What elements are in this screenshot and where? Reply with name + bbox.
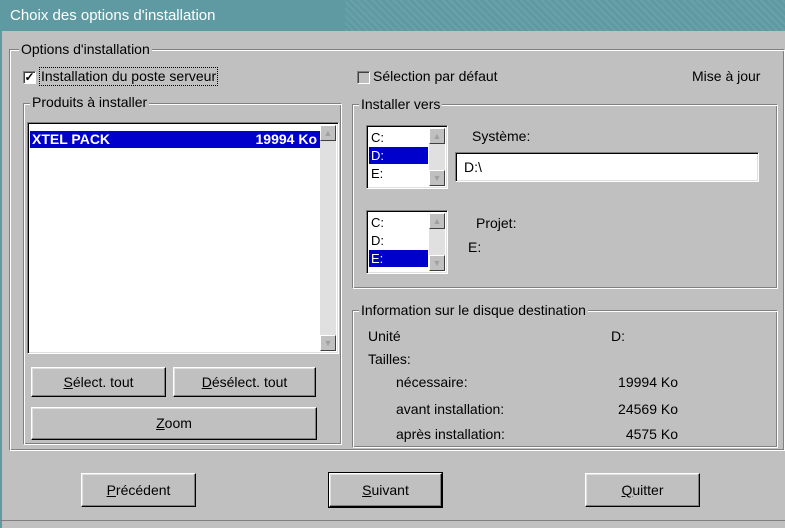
products-scrollbar[interactable]: ▲ ▼: [320, 125, 336, 351]
products-group-legend: Produits à installer: [30, 94, 150, 110]
after-install-value: 4575 Ko: [625, 426, 678, 442]
scroll-down-icon[interactable]: ▼: [429, 255, 445, 271]
drive-item[interactable]: E:: [369, 165, 428, 182]
scroll-up-icon[interactable]: ▲: [429, 213, 445, 229]
window-left-border: [0, 31, 2, 528]
server-install-checkbox[interactable]: ✓: [23, 71, 36, 84]
title-bar: Choix des options d'installation: [0, 0, 785, 31]
system-drive-list[interactable]: C: D: E: ▲ ▼: [366, 125, 448, 189]
scroll-down-icon[interactable]: ▼: [429, 170, 445, 186]
system-drive-scrollbar[interactable]: ▲ ▼: [429, 128, 445, 186]
before-install-label: avant installation:: [396, 401, 505, 417]
product-row[interactable]: XTEL PACK 19994 Ko: [30, 131, 320, 148]
next-button[interactable]: Suivant: [328, 472, 443, 508]
install-to-legend: Installer vers: [359, 96, 443, 112]
after-install-label: après installation:: [396, 426, 505, 442]
previous-button[interactable]: Précédent: [81, 473, 196, 507]
drive-item[interactable]: C:: [369, 214, 428, 231]
required-label: nécessaire:: [396, 374, 468, 390]
server-install-label[interactable]: Installation du poste serveur: [38, 67, 219, 86]
project-drive-list[interactable]: C: D: E: ▲ ▼: [366, 210, 448, 274]
project-drive-scrollbar[interactable]: ▲ ▼: [429, 213, 445, 271]
select-all-button[interactable]: Sélect. tout: [31, 367, 166, 397]
project-label: Projet:: [476, 215, 517, 231]
unit-label: Unité: [368, 328, 401, 344]
project-value: E:: [468, 239, 482, 255]
product-name: XTEL PACK: [32, 131, 111, 147]
before-install-value: 24569 Ko: [618, 401, 678, 417]
drive-item-selected[interactable]: D:: [369, 147, 428, 164]
options-group-legend: Options d'installation: [19, 41, 152, 57]
unit-value: D:: [611, 328, 625, 344]
product-size: 19994 Ko: [255, 131, 317, 147]
window-title: Choix des options d'installation: [10, 7, 216, 24]
scroll-up-icon[interactable]: ▲: [429, 128, 445, 144]
default-selection-checkbox[interactable]: [357, 71, 370, 84]
drive-item-selected[interactable]: E:: [369, 250, 428, 267]
required-value: 19994 Ko: [618, 374, 678, 390]
window-bottom-border: [0, 520, 785, 521]
disk-info-legend: Information sur le disque destination: [359, 302, 588, 318]
scroll-up-icon[interactable]: ▲: [320, 125, 336, 141]
update-label: Mise à jour: [692, 68, 761, 84]
system-path-field[interactable]: D:\: [455, 152, 759, 182]
default-selection-label[interactable]: Sélection par défaut: [373, 68, 498, 85]
drive-item[interactable]: D:: [369, 232, 428, 249]
sizes-label: Tailles:: [368, 351, 411, 367]
deselect-all-button[interactable]: Désélect. tout: [173, 367, 316, 397]
products-list[interactable]: XTEL PACK 19994 Ko ▲ ▼: [27, 122, 339, 354]
zoom-button[interactable]: Zoom: [31, 407, 317, 440]
drive-item[interactable]: C:: [369, 129, 428, 146]
system-label: Système:: [472, 128, 531, 144]
scroll-down-icon[interactable]: ▼: [320, 335, 336, 351]
quit-button[interactable]: Quitter: [585, 473, 700, 507]
checkmark-icon: ✓: [24, 70, 35, 84]
